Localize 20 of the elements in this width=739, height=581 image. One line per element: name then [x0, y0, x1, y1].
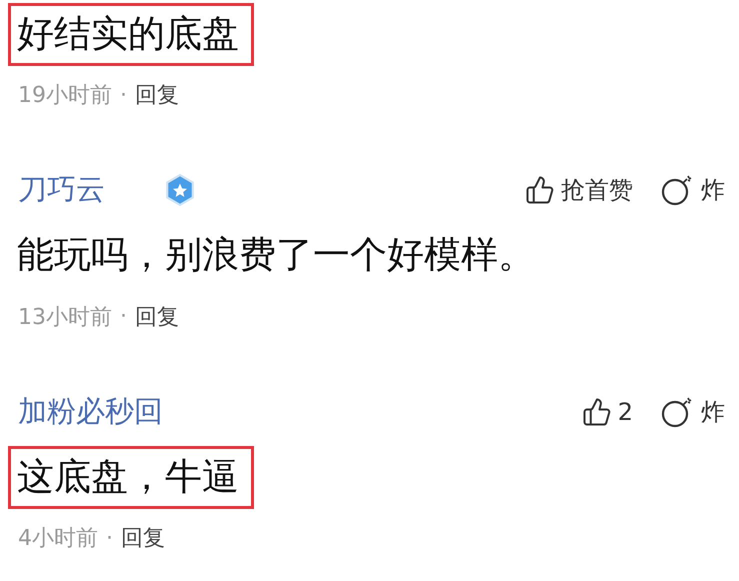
username[interactable]: 刀巧云 [18, 170, 105, 210]
highlighted-comment-text: 好结实的底盘 [8, 3, 254, 66]
separator-dot: · [120, 304, 127, 330]
comment-time: 13小时前 [18, 304, 112, 332]
reply-link[interactable]: 回复 [121, 523, 165, 554]
separator-dot: · [106, 526, 113, 551]
like-button[interactable]: 2 [582, 396, 633, 427]
like-button[interactable]: 抢首赞 [525, 174, 633, 206]
thumbs-up-icon [582, 396, 612, 427]
highlighted-comment-text: 这底盘，牛逼 [8, 446, 254, 510]
reply-link[interactable]: 回复 [135, 80, 179, 110]
username[interactable]: 加粉必秒回 [18, 392, 163, 432]
bomb-button[interactable]: 炸 [661, 174, 725, 206]
comment-time: 19小时前 [18, 82, 112, 110]
comment-text: 能玩吗，别浪费了一个好模样。 [16, 232, 536, 278]
bomb-button[interactable]: 炸 [661, 396, 725, 428]
reply-link[interactable]: 回复 [135, 302, 179, 332]
separator-dot: · [120, 82, 127, 108]
comment-time: 4小时前 [18, 525, 98, 554]
thumbs-up-icon [525, 175, 555, 206]
